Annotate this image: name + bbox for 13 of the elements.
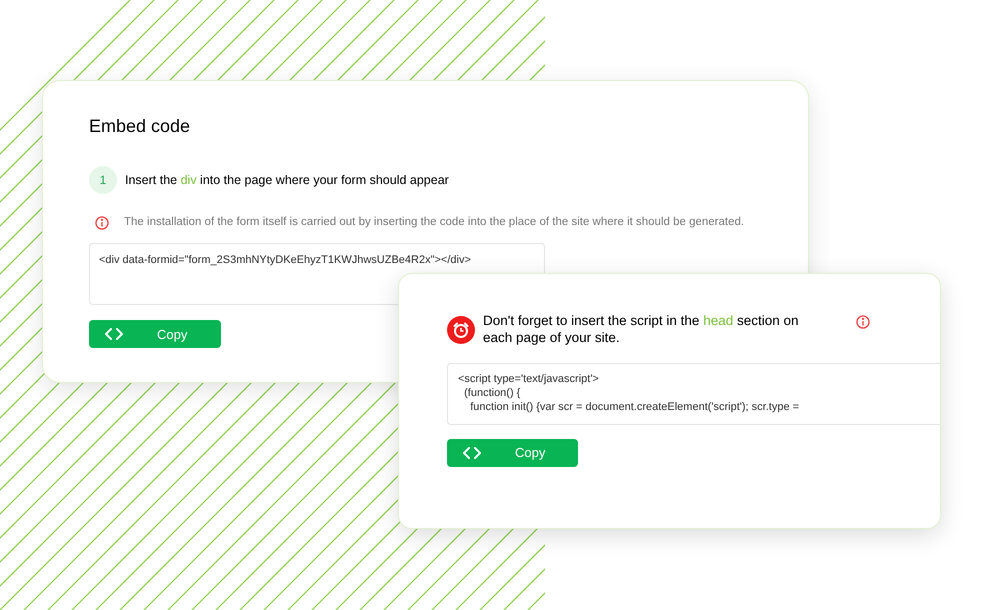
code-field: <script type='text/javascript'> (function() { function init() {var scr = document.createElement('script'); scr.type = — [447, 363, 940, 425]
copy-button[interactable]: Copy — [89, 320, 221, 348]
copy-button[interactable]: Copy — [447, 439, 578, 467]
info-icon — [856, 315, 870, 329]
step-text: Insert the div into the page where your form should appear — [125, 172, 449, 189]
note-text: The installation of the form itself is carried out by inserting the code into the place of the site where it should be generated. — [124, 215, 744, 230]
code-icon — [463, 447, 481, 459]
step-number: 1 — [89, 166, 117, 194]
code-icon — [105, 328, 123, 340]
info-icon — [95, 216, 109, 230]
reminder-text: Don't forget to insert the script in the head section on each page of your site. — [483, 312, 800, 346]
card-title: Embed code — [89, 115, 192, 138]
alarm-clock-icon — [447, 316, 475, 344]
